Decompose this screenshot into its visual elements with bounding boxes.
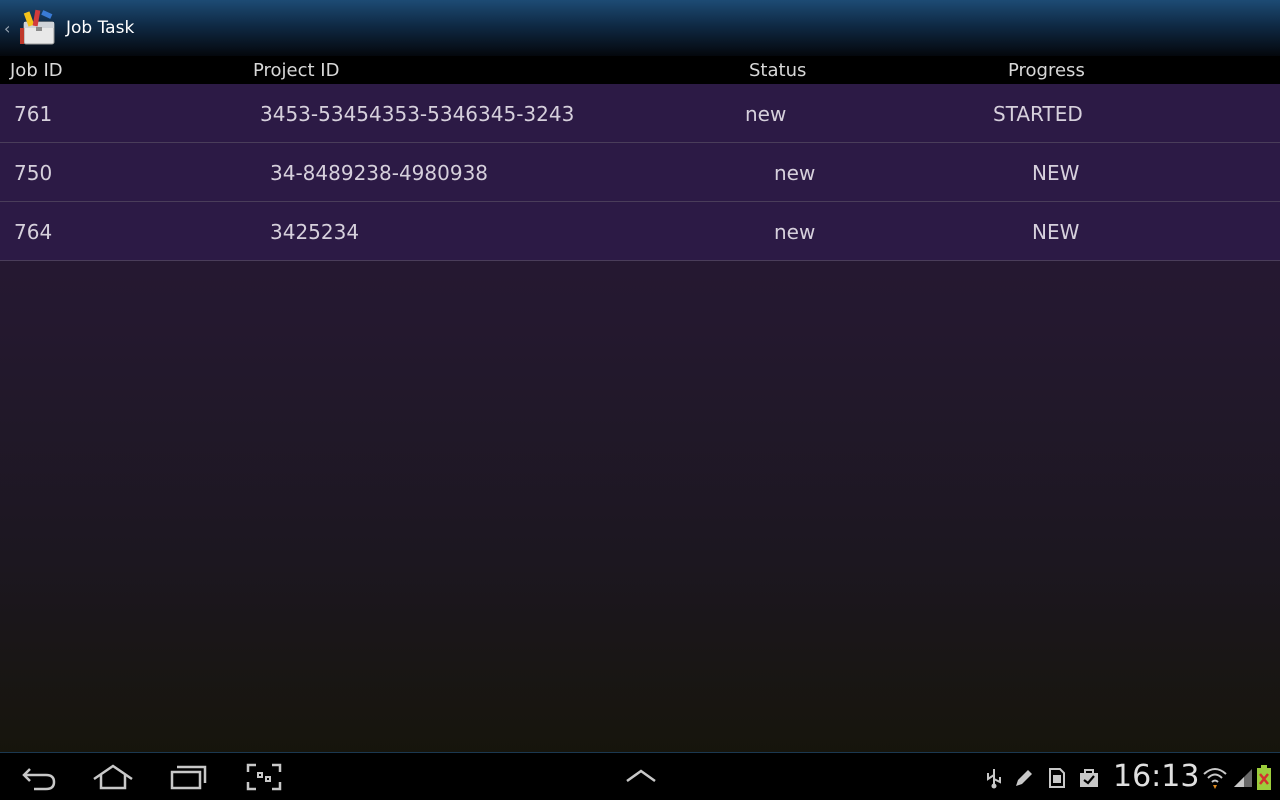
app-title: Job Task <box>66 18 135 38</box>
header-status: Status <box>749 60 807 81</box>
pen-icon <box>1013 767 1035 793</box>
cell-status: new <box>774 161 816 185</box>
back-icon[interactable] <box>20 763 58 795</box>
cell-status: new <box>745 102 787 126</box>
cell-progress: STARTED <box>993 102 1083 126</box>
clock: 16:13 <box>1113 759 1200 794</box>
table-row[interactable]: 761 3453-53454353-5346345-3243 new START… <box>0 84 1280 143</box>
cell-progress: NEW <box>1032 220 1080 244</box>
cell-project-id: 34-8489238-4980938 <box>270 161 489 185</box>
cell-job-id: 750 <box>14 161 53 185</box>
usb-icon <box>984 767 1004 793</box>
system-bar: 16:13 <box>0 752 1280 800</box>
cell-job-id: 764 <box>14 220 53 244</box>
toolbox-app-icon[interactable] <box>18 8 58 48</box>
home-icon[interactable] <box>92 763 134 795</box>
action-bar: ‹ Job Task <box>0 0 1280 56</box>
table-row[interactable]: 764 3425234 new NEW <box>0 202 1280 261</box>
screenshot-icon[interactable] <box>246 763 282 795</box>
header-project-id: Project ID <box>253 60 340 81</box>
cell-project-id: 3453-53454353-5346345-3243 <box>260 102 575 126</box>
header-job-id: Job ID <box>10 60 63 81</box>
wifi-icon <box>1202 765 1228 795</box>
signal-icon <box>1232 767 1254 793</box>
cell-status: new <box>774 220 816 244</box>
table-row[interactable]: 750 34-8489238-4980938 new NEW <box>0 143 1280 202</box>
battery-icon <box>1257 765 1271 795</box>
header-progress: Progress <box>1008 60 1085 81</box>
table-header: Job ID Project ID Status Progress <box>0 56 1280 84</box>
shopping-bag-icon <box>1078 767 1100 793</box>
cell-project-id: 3425234 <box>270 220 360 244</box>
cell-job-id: 761 <box>14 102 53 126</box>
chevron-left-icon[interactable]: ‹ <box>4 19 16 38</box>
recent-apps-icon[interactable] <box>169 763 207 795</box>
screen: ‹ Job Task Job ID Project ID Status Prog… <box>0 0 1280 800</box>
sd-card-icon <box>1047 767 1067 793</box>
cell-progress: NEW <box>1032 161 1080 185</box>
chevron-up-icon[interactable] <box>624 767 658 789</box>
